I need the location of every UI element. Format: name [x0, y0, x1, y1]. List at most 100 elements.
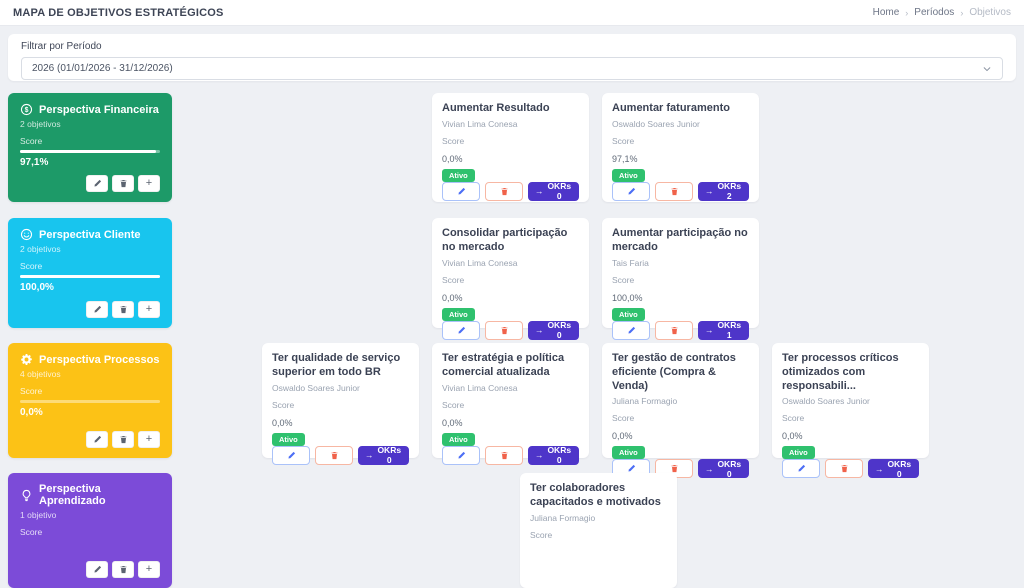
objective-actions: → OKRs 0	[442, 320, 579, 340]
trash-icon	[119, 435, 128, 444]
arrow-right-icon: →	[535, 325, 544, 335]
objective-title: Ter estratégia e política comercial atua…	[442, 352, 565, 378]
breadcrumb-item-periodos[interactable]: Períodos	[914, 7, 954, 18]
perspective-title: Perspectiva Financeira	[39, 103, 159, 116]
score-label: Score	[782, 413, 805, 424]
objective-card: Aumentar Resultado Vivian Lima Conesa Scor…	[432, 93, 589, 202]
perspective-actions: +	[20, 175, 160, 192]
okrs-button[interactable]: → OKRs 2	[698, 181, 749, 201]
smiley-icon	[20, 228, 33, 241]
edit-button[interactable]	[442, 181, 480, 201]
delete-button[interactable]	[655, 181, 693, 201]
add-objective-button[interactable]: +	[138, 175, 160, 192]
delete-button[interactable]	[112, 561, 134, 578]
objective-actions: → OKRs 0	[782, 458, 919, 479]
okrs-button-label: OKRs 0	[887, 458, 912, 479]
objective-count: 2 objetivos	[20, 119, 61, 129]
edit-button[interactable]	[86, 431, 108, 448]
edit-button[interactable]	[612, 181, 650, 201]
perspective-card-header: Perspectiva Cliente	[20, 228, 160, 241]
svg-text:$: $	[25, 107, 29, 114]
pencil-icon	[627, 326, 636, 335]
status-badge: Ativo	[612, 168, 645, 182]
score-label: Score	[442, 399, 465, 410]
pencil-icon	[93, 565, 102, 574]
score-value: 97,1%	[20, 157, 49, 168]
lightbulb-icon	[20, 489, 33, 502]
gear-icon	[20, 353, 33, 366]
okrs-button[interactable]: → OKRs 0	[868, 458, 919, 479]
objective-count: 1 objetivo	[20, 510, 57, 520]
pencil-icon	[457, 187, 466, 196]
plus-icon: +	[145, 433, 153, 445]
delete-button[interactable]	[315, 445, 353, 465]
edit-button[interactable]	[442, 320, 480, 340]
score-value: 100,0%	[20, 282, 54, 293]
okrs-button[interactable]: → OKRs 0	[698, 459, 749, 479]
trash-icon	[840, 464, 849, 473]
perspective-card-header: Perspectiva Processos	[20, 353, 160, 366]
perspective-card-header: Perspectiva Aprendizado	[20, 483, 160, 507]
pencil-icon	[627, 187, 636, 196]
objective-count: 4 objetivos	[20, 369, 61, 379]
edit-button[interactable]	[86, 301, 108, 318]
perspective-title: Perspectiva Cliente	[39, 228, 141, 241]
objective-card: Ter colaboradores capacitados e motivado…	[520, 473, 677, 588]
okrs-button-label: OKRs 1	[717, 320, 742, 340]
delete-button[interactable]	[655, 320, 693, 340]
trash-icon	[500, 187, 509, 196]
perspective-actions: +	[20, 561, 160, 578]
score-label: Score	[612, 135, 635, 146]
objective-owner: Juliana Formagio	[612, 396, 678, 407]
edit-button[interactable]	[272, 445, 310, 465]
trash-icon	[330, 451, 339, 460]
topbar: MAPA DE OBJETIVOS ESTRATÉGICOS Home › Perí…	[0, 0, 1024, 26]
score-label: Score	[272, 399, 295, 410]
okrs-button[interactable]: → OKRs 0	[528, 181, 579, 201]
objective-owner: Tais Faria	[612, 257, 649, 268]
okrs-button[interactable]: → OKRs 0	[528, 320, 579, 340]
score-label: Score	[530, 529, 553, 540]
edit-button[interactable]	[86, 561, 108, 578]
objective-actions: → OKRs 2	[612, 181, 749, 201]
edit-button[interactable]	[782, 459, 820, 479]
objective-card: Ter estratégia e política comercial atua…	[432, 343, 589, 465]
okrs-button[interactable]: → OKRs 1	[698, 320, 749, 340]
period-select[interactable]: 2026 (01/01/2026 - 31/12/2026)	[21, 57, 1003, 80]
breadcrumb-separator: ›	[960, 7, 964, 18]
objective-title: Ter qualidade de serviço superior em tod…	[272, 352, 401, 378]
delete-button[interactable]	[485, 320, 523, 340]
add-objective-button[interactable]: +	[138, 301, 160, 318]
edit-button[interactable]	[442, 445, 480, 465]
add-objective-button[interactable]: +	[138, 561, 160, 578]
arrow-right-icon: →	[535, 450, 544, 460]
delete-button[interactable]	[485, 181, 523, 201]
add-objective-button[interactable]: +	[138, 431, 160, 448]
score-value: 97,1%	[612, 153, 638, 164]
okrs-button-label: OKRs 0	[377, 445, 402, 465]
okrs-button-label: OKRs 0	[547, 445, 572, 465]
delete-button[interactable]	[112, 431, 134, 448]
objective-title: Ter gestão de contratos eficiente (Compr…	[612, 352, 736, 392]
breadcrumb: Home › Períodos › Objetivos	[873, 7, 1011, 18]
edit-button[interactable]	[86, 175, 108, 192]
delete-button[interactable]	[112, 175, 134, 192]
score-label: Score	[20, 136, 43, 146]
delete-button[interactable]	[825, 459, 863, 479]
okrs-button[interactable]: → OKRs 0	[528, 445, 579, 465]
pencil-icon	[627, 464, 636, 473]
status-badge: Ativo	[442, 168, 475, 182]
delete-button[interactable]	[485, 445, 523, 465]
objective-title: Ter processos críticos otimizados com re…	[782, 352, 899, 392]
perspective-title: Perspectiva Processos	[39, 353, 160, 366]
edit-button[interactable]	[612, 320, 650, 340]
plus-icon: +	[145, 563, 153, 575]
score-label: Score	[20, 527, 43, 537]
okrs-button[interactable]: → OKRs 0	[358, 445, 409, 465]
plus-icon: +	[145, 303, 153, 315]
status-badge: Ativo	[272, 432, 305, 446]
score-label: Score	[20, 386, 43, 396]
perspective-card: Perspectiva Processos 4 objetivos Score 0,0…	[8, 343, 172, 458]
delete-button[interactable]	[112, 301, 134, 318]
breadcrumb-item-home[interactable]: Home	[873, 7, 900, 18]
